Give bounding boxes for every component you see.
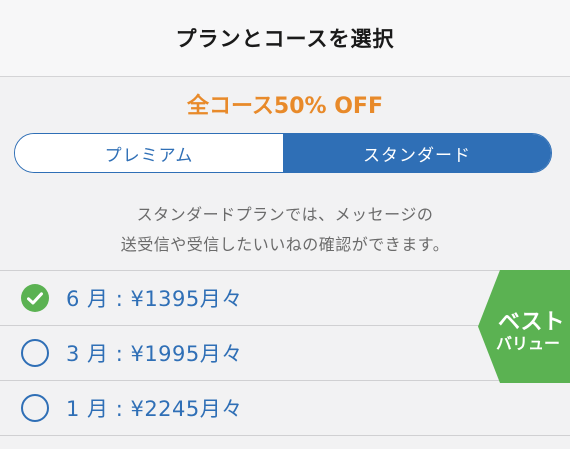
best-value-badge: ベスト バリュー — [478, 270, 570, 383]
radio-icon[interactable] — [21, 339, 49, 367]
promo-text: 全コース50% OFF — [187, 94, 383, 119]
plan-description: スタンダードプランでは、メッセージの 送受信や受信したいいねの確認ができます。 — [0, 200, 570, 260]
badge-line-2: バリュー — [496, 334, 561, 353]
tab-premium[interactable]: プレミアム — [15, 134, 283, 172]
radio-icon[interactable] — [21, 394, 49, 422]
description-line-1: スタンダードプランでは、メッセージの — [136, 205, 434, 224]
plan-label: 3 月 : ¥1995月々 — [66, 342, 243, 366]
header-bar: プランとコースを選択 — [0, 0, 570, 77]
page-title: プランとコースを選択 — [175, 27, 395, 51]
checkmark-icon[interactable] — [21, 284, 49, 312]
plan-label: 6 月 : ¥1395月々 — [66, 287, 243, 311]
tab-standard[interactable]: スタンダード — [283, 134, 551, 172]
plan-label: 1 月 : ¥2245月々 — [66, 397, 243, 421]
description-line-2: 送受信や受信したいいねの確認ができます。 — [120, 235, 450, 254]
plan-option-1-month[interactable]: 1 月 : ¥2245月々 — [0, 381, 570, 436]
plan-toggle: プレミアム スタンダード — [14, 133, 552, 173]
